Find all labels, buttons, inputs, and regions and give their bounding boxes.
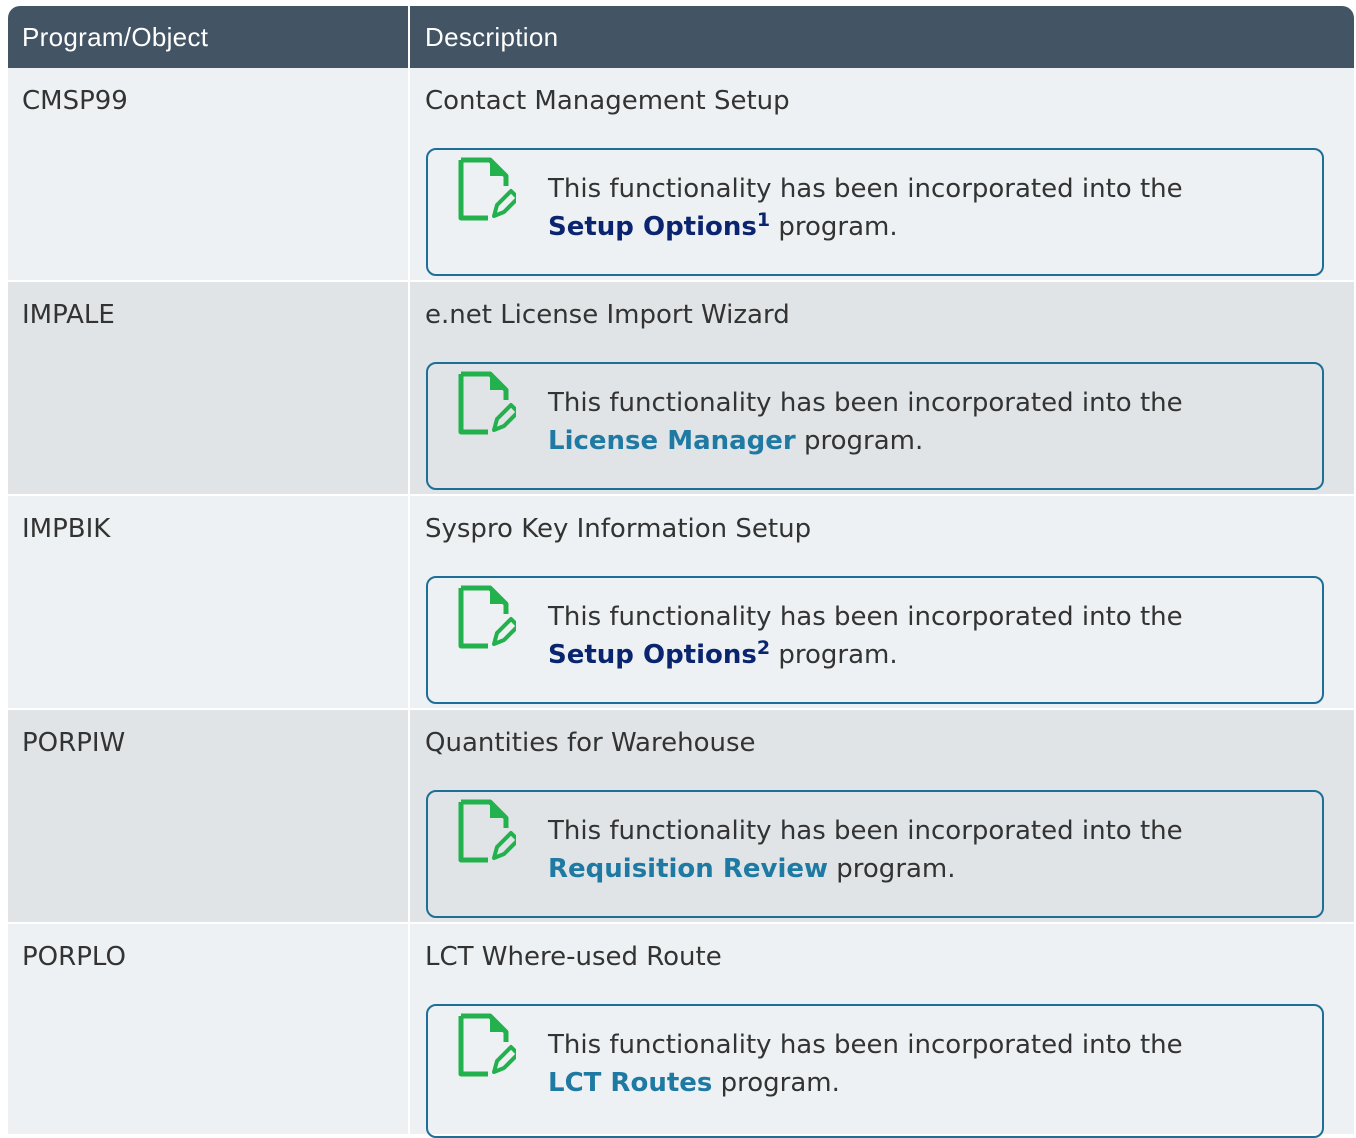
program-cell: IMPBIK: [8, 496, 410, 708]
description-cell: Syspro Key Information Setup This functi…: [410, 496, 1354, 708]
description-cell: e.net License Import Wizard This functio…: [410, 282, 1354, 494]
note-text: This functionality has been incorporated…: [548, 598, 1183, 674]
note-text: This functionality has been incorporated…: [548, 170, 1183, 246]
note-edit-icon: [458, 585, 516, 649]
note-suffix: program.: [804, 426, 924, 456]
note-prefix: This functionality has been incorporated…: [548, 602, 1183, 632]
note-suffix: program.: [836, 854, 956, 884]
table-header: Program/Object Description: [8, 6, 1354, 68]
program-link[interactable]: Setup Options: [548, 212, 757, 242]
description-text: Quantities for Warehouse: [425, 728, 756, 758]
description-text: Syspro Key Information Setup: [425, 514, 812, 544]
description-text: Contact Management Setup: [425, 86, 790, 116]
note-suffix: program.: [778, 212, 898, 242]
program-cell: PORPIW: [8, 710, 410, 922]
program-link[interactable]: License Manager: [548, 426, 796, 456]
note-prefix: This functionality has been incorporated…: [548, 174, 1183, 204]
note-box: This functionality has been incorporated…: [426, 576, 1324, 704]
program-cell: PORPLO: [8, 924, 410, 1134]
description-cell: LCT Where-used Route This functionality …: [410, 924, 1354, 1138]
note-edit-icon: [458, 157, 516, 221]
description-text: e.net License Import Wizard: [425, 300, 790, 330]
footnote-marker[interactable]: 1: [757, 209, 770, 231]
note-text: This functionality has been incorporated…: [548, 384, 1183, 460]
note-prefix: This functionality has been incorporated…: [548, 1030, 1183, 1060]
header-program-object: Program/Object: [8, 6, 410, 68]
note-suffix: program.: [720, 1068, 840, 1098]
table-row: PORPIW Quantities for Warehouse This fun…: [8, 710, 1354, 924]
note-edit-icon: [458, 371, 516, 435]
note-box: This functionality has been incorporated…: [426, 790, 1324, 918]
note-prefix: This functionality has been incorporated…: [548, 816, 1183, 846]
program-cell: IMPALE: [8, 282, 410, 494]
note-box: This functionality has been incorporated…: [426, 148, 1324, 276]
note-edit-icon: [458, 1013, 516, 1077]
header-description: Description: [425, 21, 559, 52]
note-suffix: program.: [778, 640, 898, 670]
program-link[interactable]: Requisition Review: [548, 854, 828, 884]
table-row: PORPLO LCT Where-used Route This functio…: [8, 924, 1354, 1138]
note-edit-icon: [458, 799, 516, 863]
table-row: IMPBIK Syspro Key Information Setup This…: [8, 496, 1354, 710]
note-box: This functionality has been incorporated…: [426, 362, 1324, 490]
note-box: This functionality has been incorporated…: [426, 1004, 1324, 1138]
description-cell: Quantities for Warehouse This functional…: [410, 710, 1354, 922]
description-cell: Contact Management Setup This functional…: [410, 68, 1354, 280]
program-link[interactable]: LCT Routes: [548, 1068, 712, 1098]
program-cell: CMSP99: [8, 68, 410, 280]
note-text: This functionality has been incorporated…: [548, 812, 1183, 888]
programs-table: Program/Object Description CMSP99 Contac…: [8, 6, 1354, 1138]
note-text: This functionality has been incorporated…: [548, 1026, 1183, 1102]
footnote-marker[interactable]: 2: [757, 637, 770, 659]
note-prefix: This functionality has been incorporated…: [548, 388, 1183, 418]
program-link[interactable]: Setup Options: [548, 640, 757, 670]
table-row: IMPALE e.net License Import Wizard This …: [8, 282, 1354, 496]
table-row: CMSP99 Contact Management Setup This fun…: [8, 68, 1354, 282]
description-text: LCT Where-used Route: [425, 942, 722, 972]
